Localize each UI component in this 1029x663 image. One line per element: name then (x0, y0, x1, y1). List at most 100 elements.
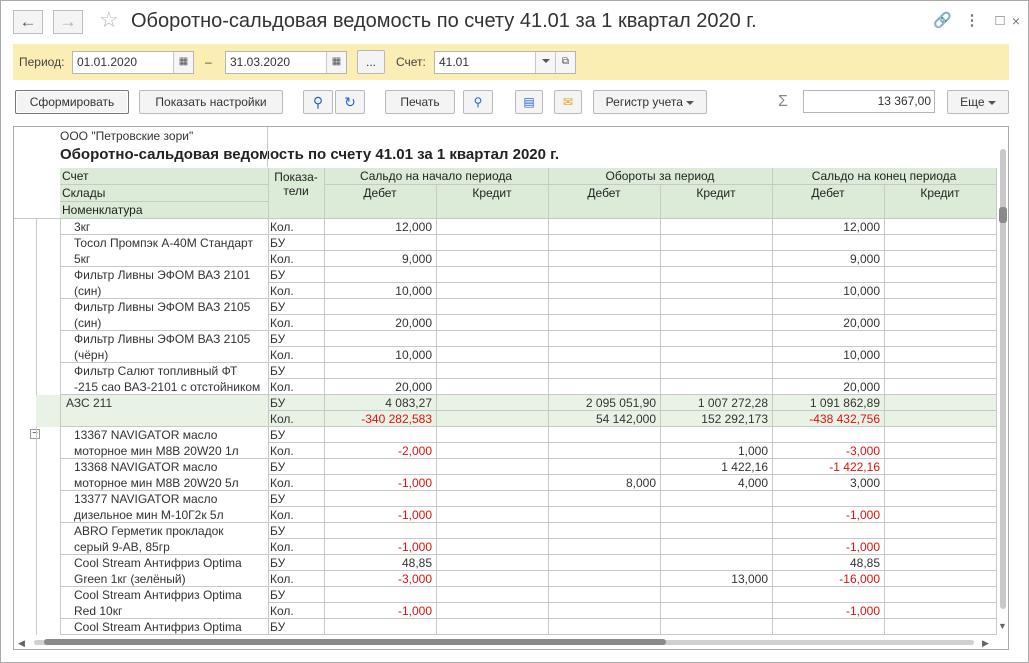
save-icon[interactable]: ▤ (515, 90, 543, 114)
col-line (660, 219, 661, 635)
value-cell: -1,000 (845, 508, 880, 522)
indicator-label: Кол. (270, 508, 294, 522)
scroll-left-icon[interactable]: ◀ (18, 636, 25, 649)
value-cell: 3,000 (849, 476, 880, 490)
generate-button[interactable]: Сформировать (15, 90, 129, 114)
row-line (60, 618, 996, 619)
back-arrow-icon[interactable]: ← (13, 10, 43, 34)
header-pokazateli: Показа- тели (274, 170, 318, 198)
calendar-icon[interactable]: ▦ (173, 52, 193, 73)
value-cell: 20,000 (395, 380, 432, 394)
value-cell: -1,000 (845, 604, 880, 618)
row-line (60, 362, 996, 363)
header-col-line (436, 185, 437, 219)
period-select-button[interactable]: ... (357, 50, 385, 74)
indicator-label: Кол. (270, 476, 294, 490)
header-kredit: Кредит (472, 186, 512, 200)
row-line (60, 522, 996, 523)
tree-line (36, 619, 37, 635)
col-line (60, 219, 61, 635)
chevron-down-icon[interactable] (535, 52, 555, 73)
indicator-label: БУ (270, 396, 286, 410)
link-icon[interactable]: 🔗 (933, 11, 952, 31)
value-cell: 152 292,173 (701, 412, 768, 426)
indicator-label: Кол. (270, 444, 294, 458)
value-cell: -3,000 (397, 572, 432, 586)
tree-line (36, 219, 37, 235)
tree-line (36, 427, 37, 459)
open-icon[interactable]: ⧉ (555, 52, 575, 73)
print-preview-icon[interactable]: ⚲ (463, 90, 493, 114)
indicator-label: БУ (270, 332, 286, 346)
tree-line (36, 587, 37, 619)
show-settings-button[interactable]: Показать настройки (139, 90, 283, 114)
value-cell: 1 091 862,89 (809, 396, 880, 410)
register-button[interactable]: Регистр учета (593, 90, 707, 114)
header-start-balance: Сальдо на начало периода (359, 169, 513, 183)
tree-line (36, 459, 37, 491)
indicator-label: БУ (270, 364, 286, 378)
date-to-field[interactable]: 31.03.2020 ▦ (225, 51, 347, 74)
tree-line (36, 331, 37, 363)
horizontal-scroll-thumb[interactable] (44, 639, 666, 645)
value-cell: 20,000 (843, 316, 880, 330)
more-label: Еще (960, 95, 985, 109)
header-divider (267, 127, 268, 167)
print-button[interactable]: Печать (385, 90, 455, 114)
indicator-label: Кол. (270, 380, 294, 394)
search-icon[interactable]: ⚲ (303, 90, 333, 114)
date-from-field[interactable]: 01.01.2020 ▦ (72, 51, 194, 74)
indicator-label: Кол. (270, 348, 294, 362)
item-name: Cool Stream Антифриз Optima (74, 588, 242, 602)
more-actions-icon[interactable]: ⋮ (963, 11, 981, 31)
account-value: 41.01 (439, 55, 470, 69)
indicator-label: БУ (270, 588, 286, 602)
item-name: Фильтр Ливны ЭФОМ ВАЗ 2101 (74, 268, 251, 282)
search-next-icon[interactable]: ↻ (335, 90, 365, 114)
value-cell: 9,000 (401, 252, 432, 266)
sum-field[interactable]: 13 367,00 (803, 90, 935, 113)
close-icon[interactable]: × (1007, 11, 1025, 31)
header-end-balance: Сальдо на конец периода (811, 169, 957, 183)
favorite-star-icon[interactable]: ☆ (99, 8, 119, 32)
tree-line (36, 267, 37, 299)
col-line (548, 219, 549, 635)
scroll-down-icon[interactable]: ▼ (998, 619, 1007, 634)
date-from-value: 01.01.2020 (77, 55, 138, 69)
value-cell: 9,000 (849, 252, 880, 266)
item-name: 3кг (74, 220, 91, 234)
item-name: 5кг (74, 252, 91, 266)
value-cell: -1,000 (397, 508, 432, 522)
row-line (268, 282, 996, 283)
collapse-icon[interactable]: − (30, 429, 40, 439)
value-cell: -438 432,756 (809, 412, 880, 426)
more-button[interactable]: Еще (947, 90, 1009, 114)
indicator-label: БУ (270, 236, 286, 250)
value-cell: -1,000 (845, 540, 880, 554)
group-name: АЗС 211 (66, 396, 113, 410)
row-line (268, 474, 996, 475)
date-to-value: 31.03.2020 (230, 55, 291, 69)
email-icon[interactable]: ✉ (554, 90, 582, 114)
indicator-label: Кол. (270, 540, 294, 554)
col-line (436, 219, 437, 635)
col-line (268, 219, 269, 635)
item-name: серый 9-АВ, 85гр (74, 540, 170, 554)
value-cell: -16,000 (839, 572, 880, 586)
value-cell: -340 282,583 (361, 412, 432, 426)
header-line (60, 184, 268, 185)
account-field[interactable]: 41.01 ⧉ (434, 51, 576, 74)
header-col-line (884, 185, 885, 219)
value-cell: -1,000 (397, 540, 432, 554)
report-table[interactable]: ООО "Петровские зори" Оборотно-сальдовая … (13, 126, 1009, 650)
indicator-label: Кол. (270, 604, 294, 618)
value-cell: 48,85 (849, 556, 880, 570)
value-cell: 2 095 051,90 (585, 396, 656, 410)
scroll-right-icon[interactable]: ▶ (982, 636, 989, 649)
vertical-scroll-thumb[interactable] (999, 207, 1007, 223)
col-line (884, 219, 885, 635)
forward-arrow-icon[interactable]: → (53, 10, 83, 34)
calendar-icon[interactable]: ▦ (326, 52, 346, 73)
value-cell: 12,000 (843, 220, 880, 234)
header-col-line (324, 168, 325, 219)
